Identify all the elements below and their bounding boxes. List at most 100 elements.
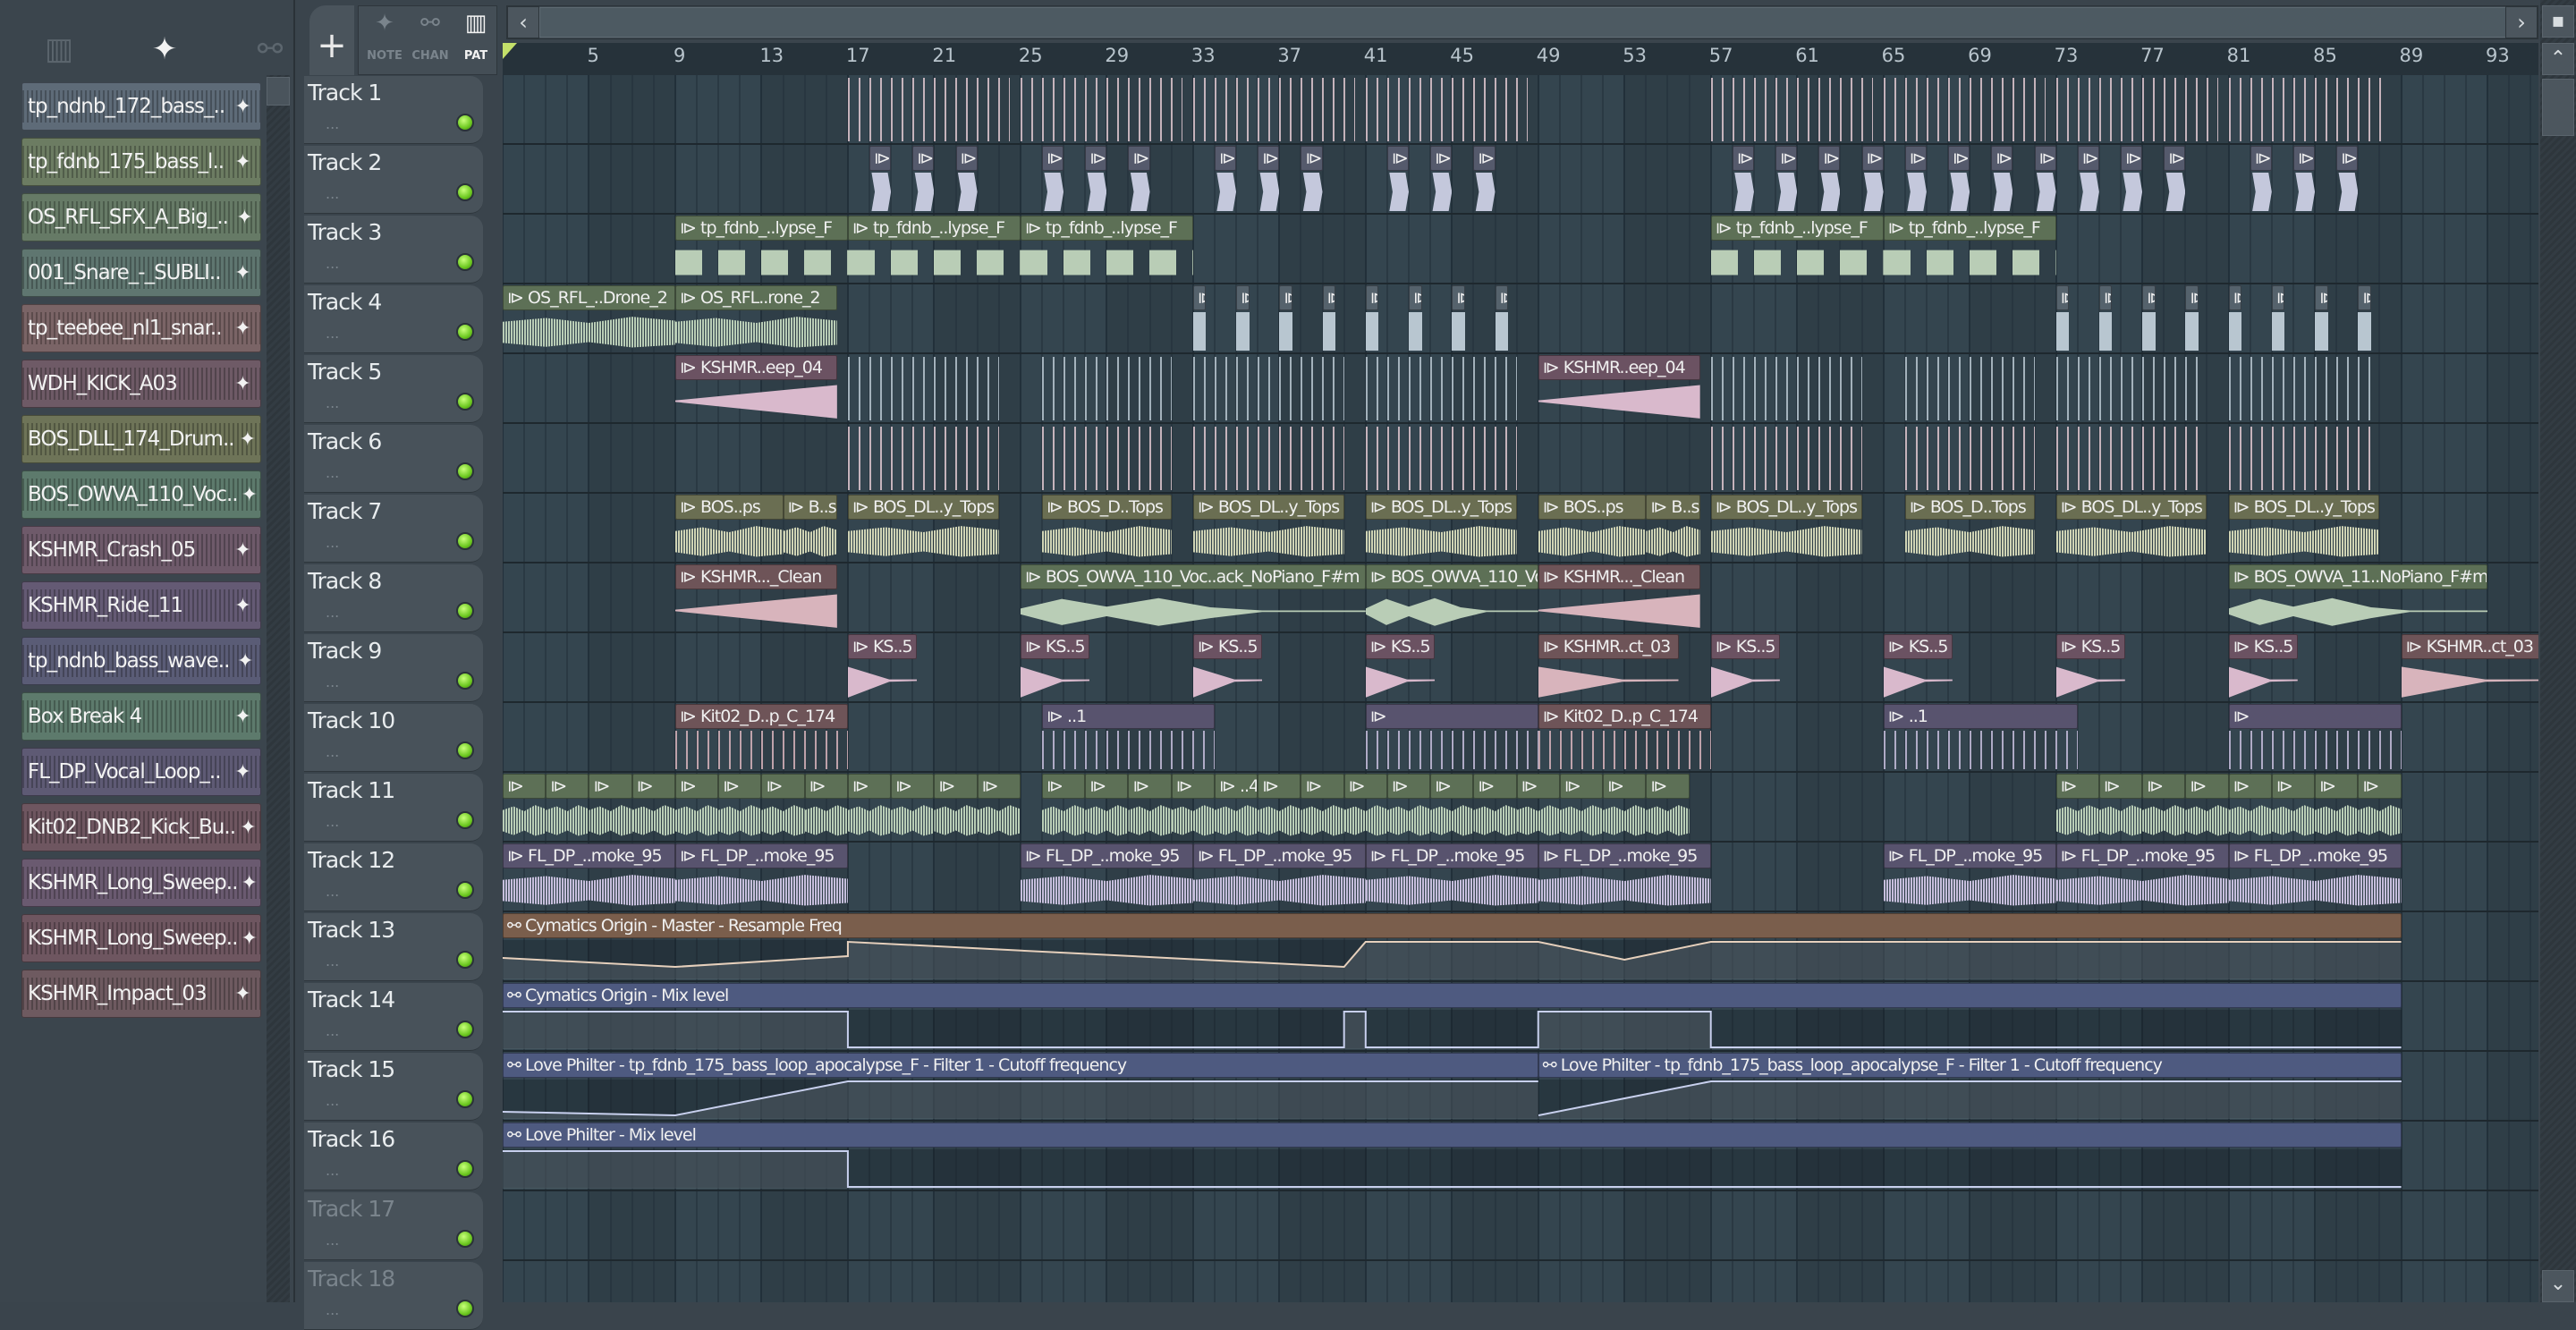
clip-header[interactable]: ⧐ <box>718 774 762 799</box>
audio-clip[interactable]: ⧐ <box>2077 146 2099 213</box>
audio-clip[interactable]: ⧐ <box>2358 774 2402 841</box>
track-mute-led[interactable] <box>456 951 474 969</box>
audio-clip[interactable]: ⧐ <box>2271 774 2316 841</box>
audio-clip[interactable]: ⧐ <box>1258 774 1301 841</box>
track-name[interactable]: Track 9 <box>308 638 382 664</box>
track-name[interactable]: Track 2 <box>308 149 382 175</box>
browser-item[interactable]: tp_ndnb_172_bass_.. ✦ <box>21 82 261 131</box>
audio-clip[interactable]: ⧐ <box>1279 285 1292 352</box>
playlist-grid[interactable]: ⧐ ⧐ ⧐ ⧐ ⧐ ⧐ ⧐ ⧐ ⧐ ⧐ ⧐ ⧐ ⧐ ⧐ ⧐ ⧐ ⧐ ⧐ ⧐ ⧐ … <box>503 75 2538 1302</box>
clip-header[interactable]: ⧐ OS_RFL_..Drone_2 <box>503 285 675 310</box>
clip-header[interactable]: ⚯ Cymatics Origin - Mix level <box>503 983 2402 1008</box>
audio-clip[interactable]: ⧐ <box>1365 704 1538 771</box>
browser-item[interactable]: KSHMR_Long_Sweep.. ✦ <box>21 914 261 962</box>
automation-clip[interactable]: ⚯ Love Philter - Mix level <box>503 1122 2402 1190</box>
audio-clip[interactable]: ⧐ <box>1128 774 1172 841</box>
audio-clip[interactable]: ⧐ FL_DP_..moke_95 <box>674 843 848 911</box>
audio-clip[interactable]: ⧐ <box>2098 285 2113 352</box>
clip-header[interactable]: ⧐ <box>1473 146 1496 171</box>
audio-clip[interactable]: ⧐ <box>1042 774 1086 841</box>
clip-header[interactable]: ⧐ <box>674 774 719 799</box>
clip-header[interactable]: ⧐ BOS_DL..y_Tops <box>1192 495 1344 520</box>
browser-item[interactable]: KSHMR_Impact_03 ✦ <box>21 970 261 1018</box>
song-position-marker[interactable] <box>503 43 517 59</box>
audio-clip[interactable]: ⧐ KS..5 <box>2228 634 2298 701</box>
clip-header[interactable]: ⧐ <box>2164 146 2186 171</box>
clip-header[interactable]: ⧐ ..1 <box>1042 704 1215 729</box>
track-options-icon[interactable]: ... <box>326 1162 339 1179</box>
track-options-icon[interactable]: ... <box>326 115 339 132</box>
piano-roll-icon[interactable]: ▥ <box>32 27 86 72</box>
audio-clip[interactable]: ⧐ BOS..ps <box>674 495 784 562</box>
audio-clip[interactable]: ⧐ FL_DP_..moke_95 <box>503 843 675 911</box>
clip-header[interactable]: ⧐ KS..5 <box>1020 634 1090 659</box>
clip-header[interactable]: ⧐ Kit02_D..p_C_174 <box>674 704 848 729</box>
audio-clip[interactable]: ⧐ <box>2185 285 2199 352</box>
automation-curve[interactable] <box>503 1010 2402 1049</box>
audio-clip[interactable]: ⧐ <box>1409 285 1422 352</box>
clip-header[interactable]: ⧐ <box>1818 146 1841 171</box>
audio-clip[interactable] <box>1365 425 1517 492</box>
audio-clip[interactable]: ⧐ <box>1128 146 1150 213</box>
browser-item[interactable]: tp_fdnb_175_bass_l.. ✦ <box>21 138 261 186</box>
clip-header[interactable]: ⧐ tp_fdnb_..lypse_F <box>1710 216 1884 241</box>
clip-header[interactable]: ⧐ <box>891 774 935 799</box>
audio-clip[interactable]: ⧐ <box>1085 774 1129 841</box>
audio-clip[interactable]: ⧐ KSHMR..eep_04 <box>1538 355 1700 422</box>
automation-curve[interactable] <box>503 1149 2402 1189</box>
audio-clip[interactable] <box>847 76 1010 143</box>
clip-header[interactable]: ⧐ KSHMR..._Clean <box>1538 564 1700 589</box>
audio-clip[interactable]: ⧐ <box>1301 774 1344 841</box>
clip-header[interactable]: ⧐ <box>1386 774 1431 799</box>
clip-header[interactable]: ⧐ BOS_DL..y_Tops <box>1710 495 1862 520</box>
clip-header[interactable]: ⧐ <box>2228 774 2272 799</box>
audio-clip[interactable]: ⧐ BOS_DL..y_Tops <box>2228 495 2380 562</box>
clip-header[interactable]: ⧐ <box>1236 285 1250 310</box>
clip-header[interactable]: ⧐ BOS_OWVA_110_Vo <box>1365 564 1538 589</box>
automation-clip[interactable]: ⚯ Love Philter - tp_fdnb_175_bass_loop_a… <box>503 1053 1538 1120</box>
audio-clip[interactable]: ⧐ BOS_DL..y_Tops <box>1710 495 1862 562</box>
clip-header[interactable]: ⧐ <box>912 146 935 171</box>
clip-header[interactable]: ⧐ BOS..ps <box>1538 495 1647 520</box>
clip-header[interactable]: ⧐ FL_DP_..moke_95 <box>1365 843 1538 868</box>
clip-header[interactable]: ⧐ <box>1192 285 1207 310</box>
clip-header[interactable]: ⧐ KSHMR..ct_03 <box>1538 634 1679 659</box>
audio-clip[interactable]: ⧐ <box>1991 146 2013 213</box>
audio-clip[interactable]: ⧐ FL_DP_..moke_95 <box>2055 843 2229 911</box>
clip-header[interactable]: ⧐ <box>2358 285 2371 310</box>
browser-item[interactable]: BOS_DLL_174_Drum.. ✦ <box>21 415 261 463</box>
audio-clip[interactable] <box>2055 355 2207 422</box>
audio-clip[interactable]: ⧐ <box>955 146 978 213</box>
vertical-scrollbar[interactable]: ▪ ⌃ ⌄ <box>2540 0 2576 1302</box>
audio-clip[interactable]: ⧐ KS..5 <box>1192 634 1262 701</box>
clip-header[interactable]: ⚯ Cymatics Origin - Master - Resample Fr… <box>503 913 2402 938</box>
track-options-icon[interactable]: ... <box>326 255 339 272</box>
clip-header[interactable]: ⧐ <box>1775 146 1798 171</box>
audio-clip[interactable]: ⧐ <box>1646 774 1690 841</box>
clip-header[interactable]: ⧐ FL_DP_..moke_95 <box>1192 843 1366 868</box>
audio-clip[interactable]: ⧐ <box>2055 774 2099 841</box>
track-options-icon[interactable]: ... <box>326 813 339 830</box>
audio-clip[interactable] <box>1710 425 1862 492</box>
track-name[interactable]: Track 4 <box>308 289 382 315</box>
audio-clip[interactable]: ⧐ <box>1042 146 1064 213</box>
track-header[interactable]: Track 16... <box>304 1122 483 1190</box>
audio-clip[interactable]: ⧐ <box>2228 774 2272 841</box>
track-name[interactable]: Track 10 <box>308 707 395 733</box>
track-options-icon[interactable]: ... <box>326 883 339 900</box>
clip-header[interactable]: ⧐ <box>1904 146 1927 171</box>
audio-clip[interactable] <box>2055 76 2218 143</box>
clip-header[interactable]: ⧐ ..4 <box>1214 774 1258 799</box>
track-header[interactable]: Track 2... <box>304 146 483 214</box>
automation-curve[interactable] <box>503 1080 1538 1119</box>
audio-clip[interactable]: ⧐ <box>2142 285 2156 352</box>
clip-header[interactable]: ⧐ <box>869 146 892 171</box>
audio-clip[interactable]: ⧐ <box>1258 146 1280 213</box>
audio-clip[interactable]: ⧐ <box>2292 146 2316 213</box>
clip-header[interactable]: ⧐ FL_DP_..moke_95 <box>1020 843 1193 868</box>
track-options-icon[interactable]: ... <box>326 604 339 621</box>
clip-header[interactable]: ⧐ BOS_DL..y_Tops <box>2228 495 2380 520</box>
audio-clip[interactable]: ⧐ Kit02_D..p_C_174 <box>674 704 848 771</box>
audio-clip[interactable]: ⧐ Kit02_D..p_C_174 <box>1538 704 1711 771</box>
track-options-icon[interactable]: ... <box>326 185 339 202</box>
